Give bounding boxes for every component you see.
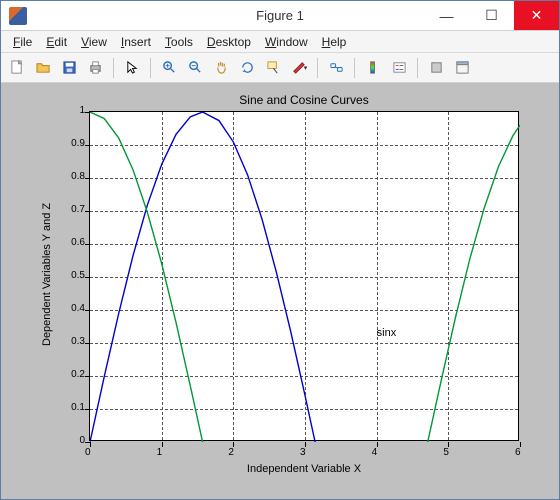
menu-file[interactable]: File: [7, 33, 38, 51]
series-cos(x) right: [428, 125, 520, 442]
toolbar: ▾: [1, 53, 559, 83]
titlebar: Figure 1 — ☐ ✕: [1, 1, 559, 31]
menu-help[interactable]: Help: [316, 33, 353, 51]
menu-window[interactable]: Window: [259, 33, 314, 51]
save-icon[interactable]: [57, 56, 81, 80]
new-figure-icon[interactable]: [5, 56, 29, 80]
y-tick-label: 0.8: [61, 171, 85, 182]
y-tick-label: 0.2: [61, 369, 85, 380]
close-button[interactable]: ✕: [514, 1, 559, 30]
x-tick-label: 4: [372, 447, 378, 458]
zoom-out-icon[interactable]: [183, 56, 207, 80]
y-tick: [85, 442, 90, 443]
x-tick-label: 2: [228, 447, 234, 458]
arrow-icon[interactable]: [120, 56, 144, 80]
annotation: sinx: [377, 327, 397, 339]
x-tick-label: 1: [157, 447, 163, 458]
y-tick-label: 0.5: [61, 270, 85, 281]
x-tick-label: 0: [85, 447, 91, 458]
menu-insert[interactable]: Insert: [115, 33, 157, 51]
window-controls: — ☐ ✕: [424, 1, 559, 30]
y-tick-label: 0.1: [61, 402, 85, 413]
link-icon[interactable]: [324, 56, 348, 80]
pan-icon[interactable]: [209, 56, 233, 80]
rotate-icon[interactable]: [235, 56, 259, 80]
figure-window: Figure 1 — ☐ ✕ File Edit View Insert Too…: [0, 0, 560, 500]
series-sin(x): [90, 112, 315, 442]
menubar: File Edit View Insert Tools Desktop Wind…: [1, 31, 559, 53]
hide-tools-icon[interactable]: [424, 56, 448, 80]
y-tick-label: 0.7: [61, 204, 85, 215]
y-tick-label: 0.9: [61, 138, 85, 149]
maximize-button[interactable]: ☐: [469, 1, 514, 30]
y-axis-label: Dependent Variables Y and Z: [41, 203, 53, 346]
axes[interactable]: sinx: [89, 111, 519, 441]
series-cos(x) left: [90, 112, 203, 442]
menu-view[interactable]: View: [75, 33, 113, 51]
y-tick-label: 0: [61, 435, 85, 446]
x-tick-label: 6: [515, 447, 521, 458]
toolbar-separator: [317, 58, 318, 78]
toolbar-separator: [150, 58, 151, 78]
dock-icon[interactable]: [450, 56, 474, 80]
y-tick-label: 0.4: [61, 303, 85, 314]
plot-canvas: [90, 112, 520, 442]
brush-icon[interactable]: ▾: [287, 56, 311, 80]
y-tick-label: 0.6: [61, 237, 85, 248]
toolbar-separator: [113, 58, 114, 78]
menu-desktop[interactable]: Desktop: [201, 33, 257, 51]
matlab-icon: [9, 7, 27, 25]
y-tick-label: 1: [61, 105, 85, 116]
y-tick-label: 0.3: [61, 336, 85, 347]
toolbar-separator: [354, 58, 355, 78]
data-cursor-icon[interactable]: [261, 56, 285, 80]
zoom-in-icon[interactable]: [157, 56, 181, 80]
figure-area: sinx Sine and Cosine Curves Independent Va…: [1, 83, 559, 499]
menu-tools[interactable]: Tools: [159, 33, 199, 51]
menu-edit[interactable]: Edit: [40, 33, 73, 51]
print-icon[interactable]: [83, 56, 107, 80]
open-icon[interactable]: [31, 56, 55, 80]
chart-title: Sine and Cosine Curves: [89, 93, 519, 107]
colorbar-icon[interactable]: [361, 56, 385, 80]
minimize-button[interactable]: —: [424, 1, 469, 30]
toolbar-separator: [417, 58, 418, 78]
x-tick-label: 3: [300, 447, 306, 458]
x-tick-label: 5: [443, 447, 449, 458]
legend-icon[interactable]: [387, 56, 411, 80]
x-axis-label: Independent Variable X: [89, 463, 519, 475]
